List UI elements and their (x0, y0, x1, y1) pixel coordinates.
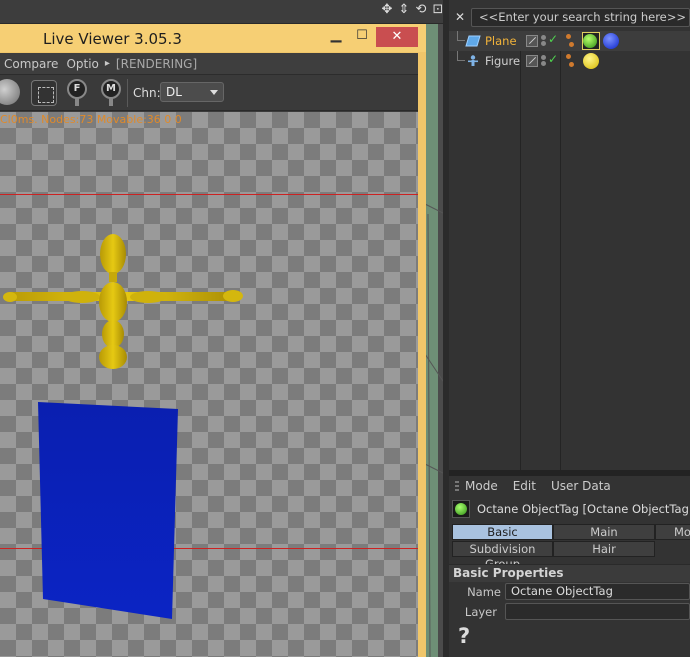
attribute-manager: Mode Edit User Data Octane ObjectTag [Oc… (449, 476, 690, 657)
channel-select[interactable]: DL (160, 82, 224, 102)
chevron-down-icon (210, 90, 218, 95)
name-field[interactable]: Octane ObjectTag (505, 583, 690, 600)
channel-value: DL (166, 85, 182, 99)
live-viewer-content: Compare Optio ▸ [RENDERING] F M Chn: DL … (0, 53, 418, 657)
octane-tag-icon (452, 500, 470, 518)
close-button[interactable]: ✕ (376, 27, 418, 47)
region-render-icon[interactable] (31, 80, 57, 106)
live-viewer-menubar: Compare Optio ▸ [RENDERING] (0, 53, 418, 75)
om-column-divider (560, 31, 561, 470)
zoom-view-icon[interactable]: ⇕ (397, 2, 411, 18)
tree-line (457, 31, 465, 41)
viewport-nav-icons: ✥ ⇕ ⟲ ⊡ (380, 2, 445, 18)
plane-object-icon (465, 35, 481, 47)
name-label: Name (467, 585, 501, 599)
tag-dots-icon (566, 34, 574, 48)
visibility-toggle-icon[interactable] (526, 55, 538, 67)
tag-dots-icon (566, 54, 574, 68)
tab-basic[interactable]: Basic (452, 524, 553, 540)
clear-search-icon[interactable]: ✕ (453, 10, 467, 24)
object-name[interactable]: Figure (485, 54, 520, 68)
figure-object-icon (468, 55, 478, 66)
screen: ✥ ⇕ ⟲ ⊡ Live Viewer 3.05.3 ▁ ☐ ✕ Compare… (0, 0, 690, 657)
am-object-title: Octane ObjectTag [Octane ObjectTag] (477, 502, 690, 516)
pin-m-label: M (101, 79, 121, 99)
render-status: [RENDERING] (115, 56, 198, 71)
enabled-check-icon[interactable]: ✓ (548, 52, 558, 66)
toolbar-divider (127, 79, 128, 107)
editor-render-dots-icon[interactable] (541, 55, 547, 67)
menu-edit[interactable]: Edit (513, 479, 536, 493)
tab-motion[interactable]: Mo (655, 524, 690, 540)
om-column-divider (520, 31, 521, 470)
basic-properties-section[interactable]: Basic Properties (449, 564, 690, 582)
minimize-button[interactable]: ▁ (322, 26, 350, 48)
figure-model (3, 234, 243, 369)
menu-options[interactable]: Optio (62, 57, 102, 71)
live-viewer-toolbar: F M Chn: DL (0, 75, 418, 111)
live-viewer-window: Live Viewer 3.05.3 ▁ ☐ ✕ Compare Optio ▸… (0, 24, 426, 657)
am-header: Octane ObjectTag [Octane ObjectTag] (449, 498, 690, 520)
render-scene (3, 234, 243, 619)
enabled-check-icon[interactable]: ✓ (548, 32, 558, 46)
pin-f-label: F (67, 79, 87, 99)
plane-model (38, 402, 178, 619)
submenu-arrow-icon: ▸ (104, 58, 110, 69)
object-manager: ✕ <<Enter your search string here>> Plan… (449, 0, 690, 470)
object-row-plane[interactable]: Plane ✓ (449, 31, 690, 51)
tab-hair[interactable]: Hair (553, 541, 655, 557)
tab-main[interactable]: Main (553, 524, 655, 540)
grip-icon[interactable] (449, 476, 465, 496)
rotate-view-icon[interactable]: ⟲ (414, 2, 428, 18)
am-menubar: Mode Edit User Data (449, 476, 690, 496)
menu-compare[interactable]: Compare (0, 57, 62, 71)
material-tag-blue-icon[interactable] (603, 33, 619, 49)
object-name[interactable]: Plane (485, 34, 517, 48)
editor-render-dots-icon[interactable] (541, 35, 547, 47)
tree-line (457, 51, 465, 61)
octane-object-tag-icon[interactable] (583, 34, 597, 48)
material-preview-icon[interactable] (0, 79, 20, 105)
help-icon[interactable]: ? (458, 624, 470, 648)
channel-label: Chn: (133, 86, 161, 100)
viewport-header: ✥ ⇕ ⟲ ⊡ (0, 0, 445, 24)
focus-pick-icon[interactable]: F (66, 79, 88, 107)
render-canvas[interactable]: Cl0ms. Nodes:73 Movable:36 0 0 (0, 112, 418, 657)
search-input[interactable]: <<Enter your search string here>> (471, 8, 690, 27)
om-search-bar: ✕ <<Enter your search string here>> (449, 6, 690, 28)
menu-user-data[interactable]: User Data (551, 479, 611, 493)
object-row-figure[interactable]: Figure ✓ (449, 51, 690, 71)
section-title: Basic Properties (453, 566, 564, 580)
maximize-button[interactable]: ☐ (348, 26, 376, 48)
tab-subdivision-group[interactable]: Subdivision Group (452, 541, 553, 571)
layer-field[interactable] (505, 603, 690, 620)
material-pick-icon[interactable]: M (100, 79, 122, 107)
menu-mode[interactable]: Mode (465, 479, 498, 493)
window-title: Live Viewer 3.05.3 (43, 30, 182, 48)
visibility-toggle-icon[interactable] (526, 35, 538, 47)
move-view-icon[interactable]: ✥ (380, 2, 394, 18)
live-viewer-titlebar[interactable]: Live Viewer 3.05.3 ▁ ☐ ✕ (0, 24, 426, 52)
material-tag-yellow-icon[interactable] (583, 53, 599, 69)
layer-label: Layer (464, 605, 497, 619)
